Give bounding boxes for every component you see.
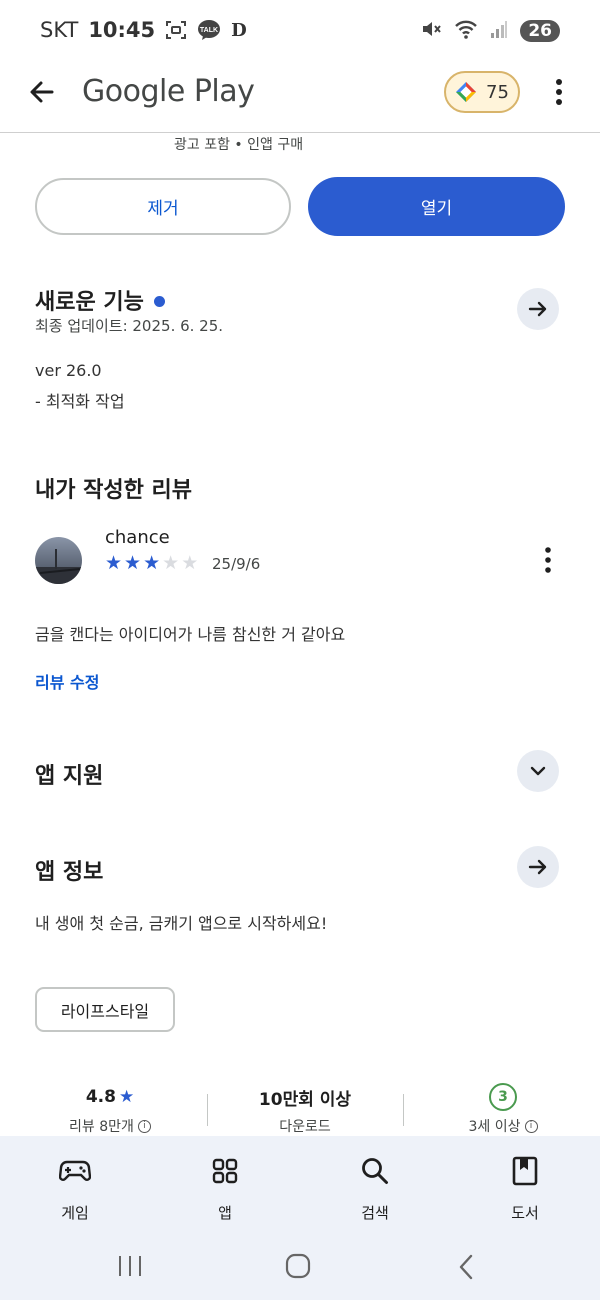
more-vert-icon (545, 547, 551, 573)
nav-label-search: 검색 (361, 1204, 389, 1222)
review-menu-button[interactable] (538, 546, 558, 574)
rating-stat: 4.8 ★ 리뷰 8만개 i (35, 1084, 185, 1136)
uninstall-button[interactable]: 제거 (35, 178, 291, 235)
info-icon[interactable]: i (524, 1119, 538, 1133)
star-filled-icon: ★ (105, 552, 123, 574)
home-icon (285, 1253, 311, 1279)
category-chip[interactable]: 라이프스타일 (35, 987, 175, 1032)
recent-apps-icon (119, 1256, 141, 1276)
play-points-count: 75 (486, 81, 509, 103)
star-empty-icon: ★ (181, 552, 199, 574)
age-rating-badge: 3 (489, 1083, 517, 1111)
new-indicator-dot (153, 295, 165, 307)
system-back-button[interactable] (456, 1253, 476, 1285)
clock: 10:45 (88, 18, 156, 42)
edit-review-link[interactable]: 리뷰 수정 (35, 669, 99, 693)
kakaotalk-text: TALK (200, 27, 218, 34)
review-star-rating: ★ ★ ★ ★ ★ (105, 553, 198, 573)
app-support-expand-button[interactable] (517, 750, 559, 792)
whats-new-header: 새로운 기능 (35, 284, 165, 316)
release-notes: - 최적화 작업 (35, 392, 125, 411)
signal-icon (490, 19, 508, 43)
rating-value: 4.8 (85, 1087, 116, 1107)
review-text: 금을 캔다는 아이디어가 나름 참신한 거 같아요 (35, 625, 346, 644)
nav-item-search[interactable]: 검색 (325, 1154, 425, 1223)
version-text: ver 26.0 (35, 361, 102, 380)
rating-label: 리뷰 8만개 (69, 1119, 134, 1135)
review-date: 25/9/6 (212, 555, 261, 573)
screenshot-icon (165, 19, 187, 41)
app-bar: Google Play 75 (0, 62, 600, 132)
downloads-stat: 10만회 이상 다운로드 (230, 1084, 380, 1136)
info-icon[interactable]: i (137, 1119, 151, 1133)
google-play-title: Google Play (82, 74, 255, 109)
app-support-title: 앱 지원 (35, 764, 104, 789)
overflow-menu-button[interactable] (548, 76, 570, 108)
appbar-divider (0, 132, 600, 133)
star-filled-icon: ★ (124, 552, 142, 574)
home-button[interactable] (285, 1253, 311, 1283)
age-rating-stat: 3 3세 이상 i (428, 1083, 578, 1136)
more-vert-icon (556, 79, 562, 105)
play-points-badge[interactable]: 75 (444, 71, 520, 113)
battery-indicator: 26 (520, 20, 560, 42)
kakaotalk-icon: TALK (197, 19, 221, 41)
nav-label-apps: 앱 (218, 1204, 232, 1222)
star-empty-icon: ★ (162, 552, 180, 574)
wifi-icon (454, 18, 478, 44)
status-bar: SKT 10:45 TALK D 26 (0, 0, 600, 62)
whats-new-title: 새로운 기능 (35, 290, 144, 315)
back-button[interactable] (26, 76, 58, 108)
stat-divider (207, 1094, 208, 1126)
gamepad-icon (25, 1154, 125, 1188)
nav-label-games: 게임 (61, 1204, 89, 1222)
arrow-back-icon (30, 81, 54, 103)
nav-label-books: 도서 (511, 1204, 539, 1222)
nav-item-apps[interactable]: 앱 (175, 1154, 275, 1223)
search-icon (325, 1154, 425, 1188)
chevron-down-icon (530, 766, 546, 776)
arrow-forward-icon (528, 859, 547, 875)
nav-item-games[interactable]: 게임 (25, 1154, 125, 1223)
whats-new-arrow-button[interactable] (517, 288, 559, 330)
app-info-title: 앱 정보 (35, 860, 104, 885)
avatar (35, 537, 82, 584)
carrier-label: SKT (40, 18, 79, 42)
system-navigation-bar (0, 1236, 600, 1300)
chevron-left-icon (459, 1254, 473, 1280)
arrow-forward-icon (528, 301, 547, 317)
stat-divider (403, 1094, 404, 1126)
last-updated: 최종 업데이트: 2025. 6. 25. (35, 317, 224, 335)
play-points-icon (456, 82, 476, 102)
star-filled-icon: ★ (143, 552, 161, 574)
downloads-value: 10만회 이상 (258, 1089, 352, 1110)
mute-icon (420, 18, 442, 44)
book-icon (475, 1154, 575, 1188)
nav-item-books[interactable]: 도서 (475, 1154, 575, 1223)
star-icon: ★ (118, 1087, 135, 1107)
recent-apps-button[interactable] (117, 1254, 143, 1282)
apps-grid-icon (175, 1154, 275, 1188)
bottom-navigation: 게임 앱 검색 도서 (0, 1136, 600, 1236)
app-description: 내 생애 첫 순금, 금캐기 앱으로 시작하세요! (35, 914, 328, 933)
my-review-title: 내가 작성한 리뷰 (35, 478, 192, 503)
open-button[interactable]: 열기 (308, 177, 565, 236)
app-info-arrow-button[interactable] (517, 846, 559, 888)
ads-purchase-note: 광고 포함 • 인앱 구매 (174, 137, 304, 153)
age-rating-label: 3세 이상 (468, 1119, 521, 1135)
reviewer-name: chance (105, 527, 170, 548)
downloads-label: 다운로드 (279, 1119, 331, 1135)
d-notification-icon: D (231, 19, 247, 41)
